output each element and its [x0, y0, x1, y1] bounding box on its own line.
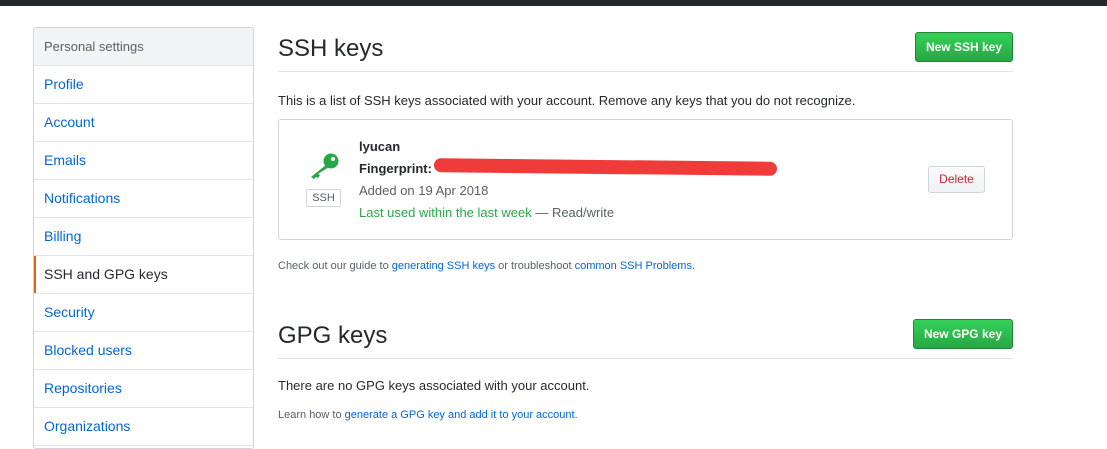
main-content: SSH keys New SSH key This is a list of S… — [278, 27, 1013, 421]
sidebar-header: Personal settings — [34, 28, 253, 66]
generating-ssh-keys-link[interactable]: generating SSH keys — [392, 260, 495, 272]
sidebar-item-profile[interactable]: Profile — [34, 66, 253, 104]
sidebar-item-emails[interactable]: Emails — [34, 142, 253, 180]
sidebar-item-notifications[interactable]: Notifications — [34, 180, 253, 218]
generate-gpg-key-link[interactable]: generate a GPG key and add it to your ac… — [345, 409, 575, 421]
learn-prefix: Learn how to — [278, 409, 345, 421]
fingerprint-label: Fingerprint: — [359, 161, 432, 176]
sidebar-item-security[interactable]: Security — [34, 294, 253, 332]
key-last-used: Last used within the last week — Read/wr… — [359, 205, 614, 220]
ssh-section-header: SSH keys New SSH key — [278, 27, 1013, 72]
ssh-keys-title: SSH keys — [278, 35, 384, 62]
ssh-key-entry: SSH lyucan Fingerprint: Added on 19 Apr … — [278, 119, 1013, 240]
gpg-learn-text: Learn how to generate a GPG key and add … — [278, 409, 578, 421]
ssh-intro-text: This is a list of SSH keys associated wi… — [278, 93, 856, 108]
sidebar-item-account[interactable]: Account — [34, 104, 253, 142]
sidebar-item-organizations[interactable]: Organizations — [34, 408, 253, 446]
redaction-mark — [433, 158, 778, 176]
key-icon — [311, 153, 339, 179]
guide-middle: or troubleshoot — [495, 260, 575, 272]
ssh-guide-text: Check out our guide to generating SSH ke… — [278, 260, 695, 272]
gpg-section-header: GPG keys New GPG key — [278, 314, 1013, 359]
no-gpg-keys-text: There are no GPG keys associated with yo… — [278, 378, 590, 393]
learn-suffix: . — [574, 409, 578, 421]
top-header-bar — [0, 0, 1107, 6]
sidebar-item-blocked-users[interactable]: Blocked users — [34, 332, 253, 370]
sidebar-item-billing[interactable]: Billing — [34, 218, 253, 256]
delete-key-button[interactable]: Delete — [928, 166, 985, 193]
new-ssh-key-button[interactable]: New SSH key — [914, 32, 1013, 62]
sidebar-item-ssh-gpg-keys[interactable]: SSH and GPG keys — [34, 256, 253, 294]
gpg-keys-title: GPG keys — [278, 322, 388, 349]
access-level: — Read/write — [531, 205, 615, 220]
settings-sidebar: Personal settings Profile Account Emails… — [33, 27, 254, 449]
new-gpg-key-button[interactable]: New GPG key — [912, 319, 1013, 349]
key-added-date: Added on 19 Apr 2018 — [359, 183, 489, 198]
ssh-type-badge: SSH — [306, 189, 341, 207]
guide-suffix: . — [691, 260, 696, 272]
common-ssh-problems-link[interactable]: common SSH Problems — [575, 260, 692, 272]
guide-prefix: Check out our guide to — [278, 260, 392, 272]
sidebar-item-repositories[interactable]: Repositories — [34, 370, 253, 408]
last-used-text: Last used within the last week — [359, 205, 532, 220]
key-title: lyucan — [359, 139, 401, 154]
